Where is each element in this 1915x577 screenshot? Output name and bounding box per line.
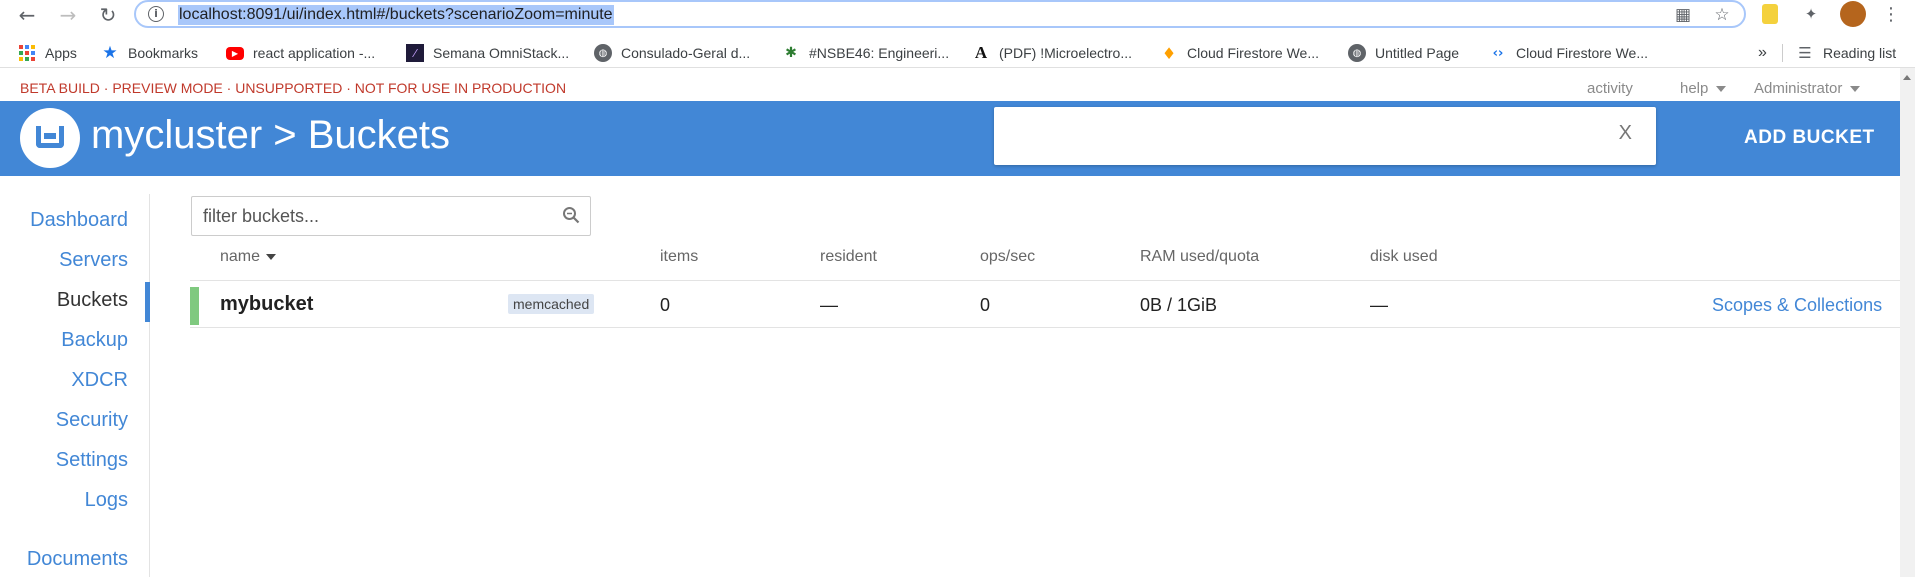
code-icon: ‹› xyxy=(1492,45,1504,61)
sidebar-item-backup[interactable]: Backup xyxy=(61,329,128,352)
scopes-collections-link[interactable]: Scopes & Collections xyxy=(1712,295,1882,316)
reading-list-button[interactable]: ☰ Reading list xyxy=(1796,42,1896,64)
bookmark-untitled-page[interactable]: ◍ Untitled Page xyxy=(1348,42,1459,64)
column-header-ram[interactable]: RAM used/quota xyxy=(1140,248,1259,266)
app-header: mycluster > Buckets X ADD BUCKET xyxy=(0,101,1900,176)
column-header-items[interactable]: items xyxy=(660,248,698,266)
bucket-ops: 0 xyxy=(980,295,991,315)
bookmark-label: Cloud Firestore We... xyxy=(1516,45,1649,61)
sidebar: Dashboard Servers Buckets Backup XDCR Se… xyxy=(0,194,150,577)
site-info-icon[interactable]: i xyxy=(148,6,164,22)
column-header-ops[interactable]: ops/sec xyxy=(980,248,1035,266)
bookmark-label: Consulado-Geral d... xyxy=(621,45,751,61)
apps-grid-icon xyxy=(18,44,36,62)
bucket-status-bar xyxy=(190,287,199,325)
bookmark-label: Bookmarks xyxy=(128,45,199,61)
search-icon[interactable] xyxy=(562,206,580,224)
help-label: help xyxy=(1680,80,1709,97)
extension-icon[interactable] xyxy=(1762,4,1778,24)
scroll-up-icon[interactable] xyxy=(1903,75,1911,80)
sidebar-item-security[interactable]: Security xyxy=(56,409,128,432)
bucket-type-badge: memcached xyxy=(508,294,595,314)
bookmarks-divider xyxy=(1782,44,1783,62)
address-bar[interactable]: i localhost:8091/ui/index.html#/buckets?… xyxy=(134,0,1746,28)
sort-down-icon xyxy=(266,253,277,260)
figure-icon: ✱ xyxy=(785,45,797,61)
user-menu[interactable]: Administrator xyxy=(1754,80,1861,97)
bookmark-semana-omnistack[interactable]: ⁄ Semana OmniStack... xyxy=(406,42,569,64)
bucket-name[interactable]: mybucket xyxy=(220,293,313,316)
add-bucket-button[interactable]: ADD BUCKET xyxy=(1744,127,1875,149)
bookmark-nsbe46[interactable]: ✱ #NSBE46: Engineeri... xyxy=(782,42,949,64)
sidebar-item-xdcr[interactable]: XDCR xyxy=(71,369,128,392)
qr-code-icon[interactable]: ▦ xyxy=(1672,4,1694,26)
bookmark-star-icon[interactable]: ☆ xyxy=(1711,4,1733,26)
bucket-disk: — xyxy=(1370,295,1388,315)
bookmark-label: Semana OmniStack... xyxy=(433,45,570,61)
letter-a-icon: A xyxy=(974,43,988,62)
filter-placeholder: filter buckets... xyxy=(203,206,320,226)
chevron-down-icon xyxy=(1716,86,1727,93)
sidebar-item-servers[interactable]: Servers xyxy=(59,249,128,272)
column-header-name[interactable]: name xyxy=(220,248,277,266)
header-search-input[interactable]: X xyxy=(994,107,1656,165)
profile-avatar[interactable] xyxy=(1840,1,1866,27)
bookmark-cloud-firestore-2[interactable]: ‹› Cloud Firestore We... xyxy=(1489,42,1648,64)
browser-toolbar: ← → ↻ i localhost:8091/ui/index.html#/bu… xyxy=(0,0,1915,30)
bookmark-label: Cloud Firestore We... xyxy=(1187,45,1320,61)
activity-link[interactable]: activity xyxy=(1587,80,1633,97)
user-label: Administrator xyxy=(1754,80,1843,97)
bucket-resident: — xyxy=(820,295,838,315)
youtube-icon: ▶ xyxy=(226,46,244,60)
column-header-disk[interactable]: disk used xyxy=(1370,248,1438,266)
bookmark-react-application[interactable]: ▶ react application -... xyxy=(226,42,375,64)
bookmark-bookmarks[interactable]: ★ Bookmarks xyxy=(101,42,198,64)
bookmark-label: Apps xyxy=(45,45,77,61)
beta-banner: BETA BUILD · PREVIEW MODE · UNSUPPORTED … xyxy=(20,80,567,96)
bucket-items: 0 xyxy=(660,295,671,315)
puzzle-icon[interactable]: ✦ xyxy=(1800,3,1822,25)
reading-list-icon: ☰ xyxy=(1798,44,1812,62)
menu-dots-icon[interactable]: ⋮ xyxy=(1880,3,1902,25)
bookmarks-overflow-button[interactable]: » xyxy=(1758,42,1767,64)
bucket-ram: 0B / 1GiB xyxy=(1140,295,1218,315)
reload-icon[interactable]: ↻ xyxy=(95,2,121,28)
active-indicator xyxy=(145,282,150,322)
globe-icon: ◍ xyxy=(1348,44,1366,62)
column-header-resident[interactable]: resident xyxy=(820,248,877,266)
sidebar-item-logs[interactable]: Logs xyxy=(85,489,128,512)
forward-icon[interactable]: → xyxy=(55,2,81,28)
back-icon[interactable]: ← xyxy=(14,2,40,28)
globe-icon: ◍ xyxy=(594,44,612,62)
filter-buckets-input[interactable]: filter buckets... xyxy=(191,196,591,236)
site-icon: ⁄ xyxy=(406,44,424,62)
bookmark-label: react application -... xyxy=(253,45,376,61)
reading-list-label: Reading list xyxy=(1823,45,1897,61)
bookmarks-bar: Apps ★ Bookmarks ▶ react application -..… xyxy=(0,38,1915,68)
bookmark-consulado-geral[interactable]: ◍ Consulado-Geral d... xyxy=(594,42,750,64)
close-icon[interactable]: X xyxy=(1619,122,1632,145)
bookmark-pdf-microelectro[interactable]: A (PDF) !Microelectro... xyxy=(972,42,1132,64)
url-text[interactable]: localhost:8091/ui/index.html#/buckets?sc… xyxy=(178,5,614,25)
sidebar-item-settings[interactable]: Settings xyxy=(56,449,128,472)
star-icon: ★ xyxy=(102,43,118,63)
bookmark-cloud-firestore-1[interactable]: ♦ Cloud Firestore We... xyxy=(1160,42,1319,64)
couchbase-logo-icon[interactable] xyxy=(20,108,80,168)
bookmark-label: Untitled Page xyxy=(1375,45,1460,61)
bookmark-label: #NSBE46: Engineeri... xyxy=(809,45,950,61)
bookmark-apps[interactable]: Apps xyxy=(18,42,77,64)
column-label: name xyxy=(220,248,261,265)
help-menu[interactable]: help xyxy=(1680,80,1727,97)
bookmark-label: (PDF) !Microelectro... xyxy=(999,45,1133,61)
table-row[interactable]: mybucket memcached 0 — 0 0B / 1GiB — Sco… xyxy=(190,280,1900,328)
sidebar-item-buckets[interactable]: Buckets xyxy=(57,289,128,312)
page-title: mycluster > Buckets xyxy=(91,113,451,157)
sidebar-item-documents[interactable]: Documents xyxy=(27,548,128,571)
scrollbar[interactable] xyxy=(1900,68,1915,577)
sidebar-item-dashboard[interactable]: Dashboard xyxy=(30,209,128,232)
firebase-icon: ♦ xyxy=(1161,43,1177,63)
chevron-down-icon xyxy=(1850,86,1861,93)
